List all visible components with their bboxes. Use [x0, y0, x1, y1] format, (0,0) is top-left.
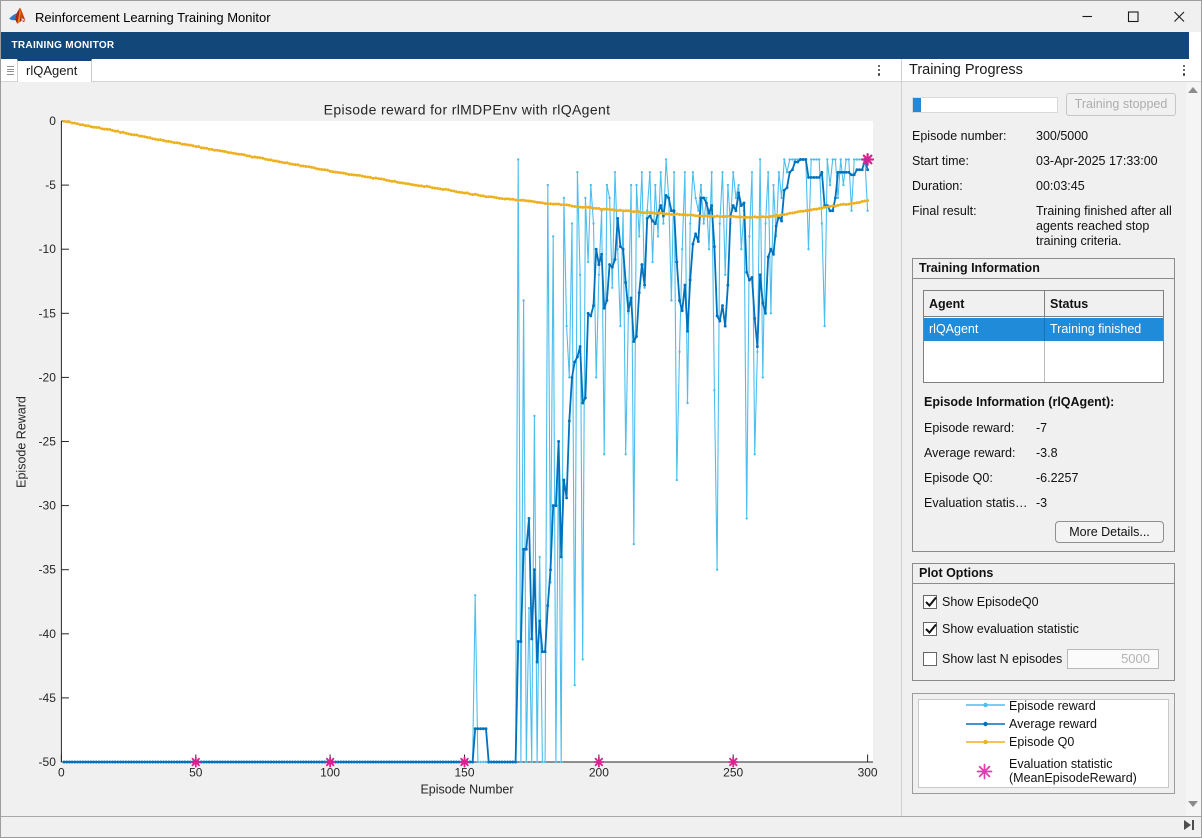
svg-text:Episode Number: Episode Number — [420, 783, 513, 797]
svg-text:-10: -10 — [39, 242, 57, 256]
svg-text:-20: -20 — [39, 370, 57, 384]
svg-text:300: 300 — [858, 766, 878, 780]
svg-text:-35: -35 — [39, 563, 57, 577]
svg-text:150: 150 — [454, 766, 474, 780]
svg-text:250: 250 — [723, 766, 743, 780]
svg-text:-30: -30 — [39, 499, 57, 513]
svg-text:Episode Reward: Episode Reward — [15, 396, 29, 488]
svg-text:-40: -40 — [39, 627, 57, 641]
svg-text:-50: -50 — [39, 755, 57, 769]
svg-text:-45: -45 — [39, 691, 57, 705]
svg-text:50: 50 — [189, 766, 203, 780]
svg-text:-5: -5 — [45, 178, 56, 192]
svg-text:Episode reward for rlMDPEnv wi: Episode reward for rlMDPEnv with rlQAgen… — [324, 102, 611, 118]
svg-text:0: 0 — [49, 114, 56, 128]
svg-text:-15: -15 — [39, 306, 57, 320]
svg-text:0: 0 — [58, 766, 65, 780]
svg-text:-25: -25 — [39, 435, 57, 449]
svg-text:200: 200 — [589, 766, 609, 780]
svg-text:100: 100 — [320, 766, 340, 780]
